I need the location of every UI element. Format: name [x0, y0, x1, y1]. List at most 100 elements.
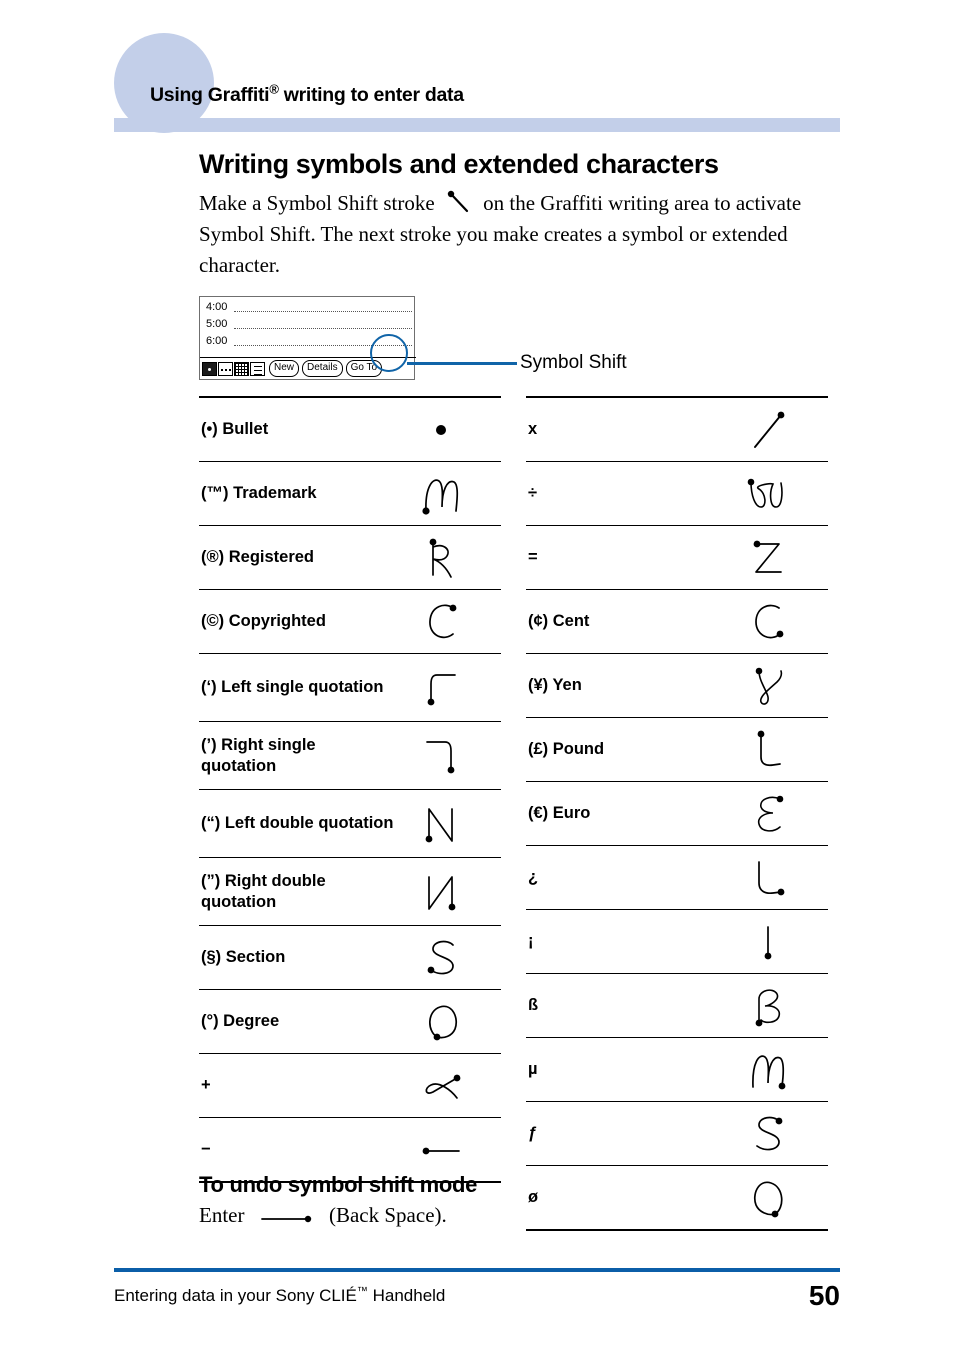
symbol-label: (©) Copyrighted [201, 612, 326, 630]
table-row: (¢) Cent [526, 590, 828, 654]
pda-new-button[interactable]: New [269, 360, 300, 377]
week-view-icon[interactable] [218, 361, 233, 376]
stroke-cell [394, 590, 501, 654]
inverted-question-l-stroke-icon [758, 860, 785, 895]
stroke-cell [720, 590, 828, 654]
cent-c-stroke-icon [755, 604, 784, 638]
trademark-m-stroke-icon [421, 478, 458, 515]
undo-paragraph: Enter (Back Space). [199, 1201, 844, 1229]
callout-label: Symbol Shift [520, 352, 627, 373]
symbol-label: (‘) Left single quotation [201, 678, 384, 696]
symbol-label: ÷ [528, 484, 538, 502]
footer-text-after: Handheld [367, 1286, 446, 1305]
month-view-icon[interactable] [234, 361, 249, 376]
undo-title: To undo symbol shift mode [199, 1172, 478, 1197]
callout-leader-line [407, 362, 517, 365]
undo-text-before: Enter [199, 1203, 245, 1227]
registered-icon: ® [269, 81, 279, 97]
bullet-stroke-icon [435, 424, 446, 435]
stroke-cell [394, 654, 501, 722]
symbol-label: x [528, 420, 538, 438]
pound-l-stroke-icon [757, 730, 781, 766]
stroke-cell [394, 790, 501, 858]
stroke-cell [720, 782, 828, 846]
undo-text-after: (Back Space). [328, 1203, 447, 1227]
inverted-exclamation-bar-stroke-icon [764, 925, 772, 959]
mu-m-stroke-icon [752, 1054, 786, 1089]
pda-screenshot-figure: 4:00 5:00 6:00 New Details Go To [199, 296, 517, 382]
table-row: ¿ [526, 846, 828, 910]
symbol-label: (£) Pound [528, 740, 605, 758]
table-row: ß [526, 974, 828, 1038]
times-slash-stroke-icon [754, 411, 785, 448]
day-view-icon[interactable] [202, 361, 217, 376]
pda-dotted-rule [234, 327, 412, 329]
main-content: Writing symbols and extended characters … [199, 149, 844, 281]
agenda-view-icon[interactable] [250, 361, 265, 376]
florin-s-stroke-icon [756, 1116, 783, 1150]
stroke-cell [394, 526, 501, 590]
stroke-cell [720, 974, 828, 1038]
stroke-cell [720, 526, 828, 590]
table-row: x [526, 397, 828, 462]
symbol-label: µ [528, 1060, 538, 1078]
symbol-label: (’) Right single quotation [201, 735, 316, 775]
symbol-table-right-column: x ÷ = (¢) Cent (¥) Yen (£) Pound (€) Eur… [526, 396, 828, 1231]
copyright-c-stroke-icon [428, 604, 456, 638]
stroke-cell [720, 910, 828, 974]
euro-e-stroke-icon [757, 795, 784, 832]
footer-rule [114, 1268, 840, 1272]
page-number: 50 [808, 1280, 840, 1311]
intro-paragraph: Make a Symbol Shift stroke on the Graffi… [199, 188, 844, 281]
running-head-suffix: writing to enter data [278, 84, 464, 106]
symbol-label: (•) Bullet [201, 420, 269, 438]
degree-o-stroke-icon [428, 1005, 457, 1040]
stroke-cell [394, 722, 501, 790]
symbol-label: (¥) Yen [528, 676, 582, 694]
stroke-cell [394, 462, 501, 526]
footer-text-before: Entering data in your Sony CLIÉ [114, 1286, 357, 1305]
stroke-cell [720, 462, 828, 526]
table-row: (°) Degree [199, 990, 501, 1054]
registered-r-stroke-icon [429, 538, 452, 578]
page-title: Writing symbols and extended characters [199, 149, 719, 179]
table-row: ÷ [526, 462, 828, 526]
stroke-cell [720, 1038, 828, 1102]
table-row: µ [526, 1038, 828, 1102]
divide-w-stroke-icon [747, 478, 783, 508]
table-row: = [526, 526, 828, 590]
symbol-label: ƒ [528, 1124, 538, 1142]
table-row: (€) Euro [526, 782, 828, 846]
symbol-label: ¡ [528, 932, 534, 950]
symbol-table-left-column: (•) Bullet (™) Trademark (®) Registered … [199, 396, 501, 1183]
table-row: (™) Trademark [199, 462, 501, 526]
symbol-label: ¿ [528, 868, 539, 886]
section-s-stroke-icon [427, 940, 454, 974]
table-row: ¡ [526, 910, 828, 974]
symbol-label: = [528, 548, 538, 566]
table-row: (®) Registered [199, 526, 501, 590]
page-header: Using Graffiti® writing to enter data [0, 0, 954, 133]
table-row: + [199, 1054, 501, 1118]
stroke-cell [720, 654, 828, 718]
callout-circle-highlight [370, 334, 408, 372]
symbol-label: (§) Section [201, 948, 286, 966]
pda-dotted-rule [234, 310, 412, 312]
pda-agenda-row: 5:00 [200, 314, 416, 331]
left-single-quote-stroke-icon [427, 673, 456, 705]
stroke-cell [720, 397, 828, 462]
table-row: (£) Pound [526, 718, 828, 782]
stroke-cell [720, 846, 828, 910]
pda-time-label: 5:00 [206, 318, 228, 330]
stroke-cell [394, 990, 501, 1054]
right-single-quote-stroke-icon [425, 740, 454, 773]
pda-details-button[interactable]: Details [302, 360, 343, 377]
equals-z-stroke-icon [753, 540, 782, 573]
trademark-icon: ™ [356, 1285, 368, 1298]
table-row: (©) Copyrighted [199, 590, 501, 654]
symbol-shift-stroke-icon [446, 190, 472, 214]
plus-loop-stroke-icon [425, 1074, 460, 1099]
yen-y-stroke-icon [755, 667, 783, 705]
stroke-cell [394, 1054, 501, 1118]
table-row: (§) Section [199, 926, 501, 990]
